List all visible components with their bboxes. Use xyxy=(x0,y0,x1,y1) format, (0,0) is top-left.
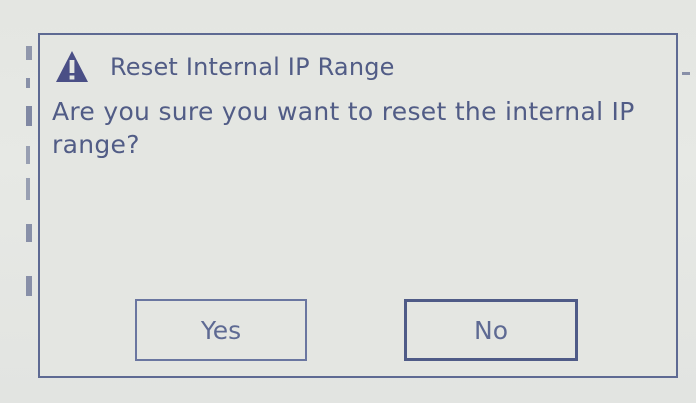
dialog-message: Are you sure you want to reset the inter… xyxy=(52,97,635,159)
background-fragment xyxy=(26,106,32,126)
background-fragment xyxy=(26,178,30,200)
dialog-title: Reset Internal IP Range xyxy=(110,53,395,81)
warning-icon xyxy=(54,49,90,85)
background-fragment xyxy=(26,276,32,296)
device-screen: Reset Internal IP Range Are you sure you… xyxy=(0,0,696,403)
dialog-header: Reset Internal IP Range xyxy=(54,47,395,87)
yes-button[interactable]: Yes xyxy=(135,299,307,361)
no-button[interactable]: No xyxy=(404,299,578,361)
background-fragment xyxy=(682,72,690,75)
reset-ip-range-dialog: Reset Internal IP Range Are you sure you… xyxy=(38,33,678,378)
background-fragment xyxy=(26,78,30,88)
background-fragment xyxy=(26,224,32,242)
background-fragment xyxy=(26,46,32,60)
background-fragment xyxy=(26,146,30,164)
